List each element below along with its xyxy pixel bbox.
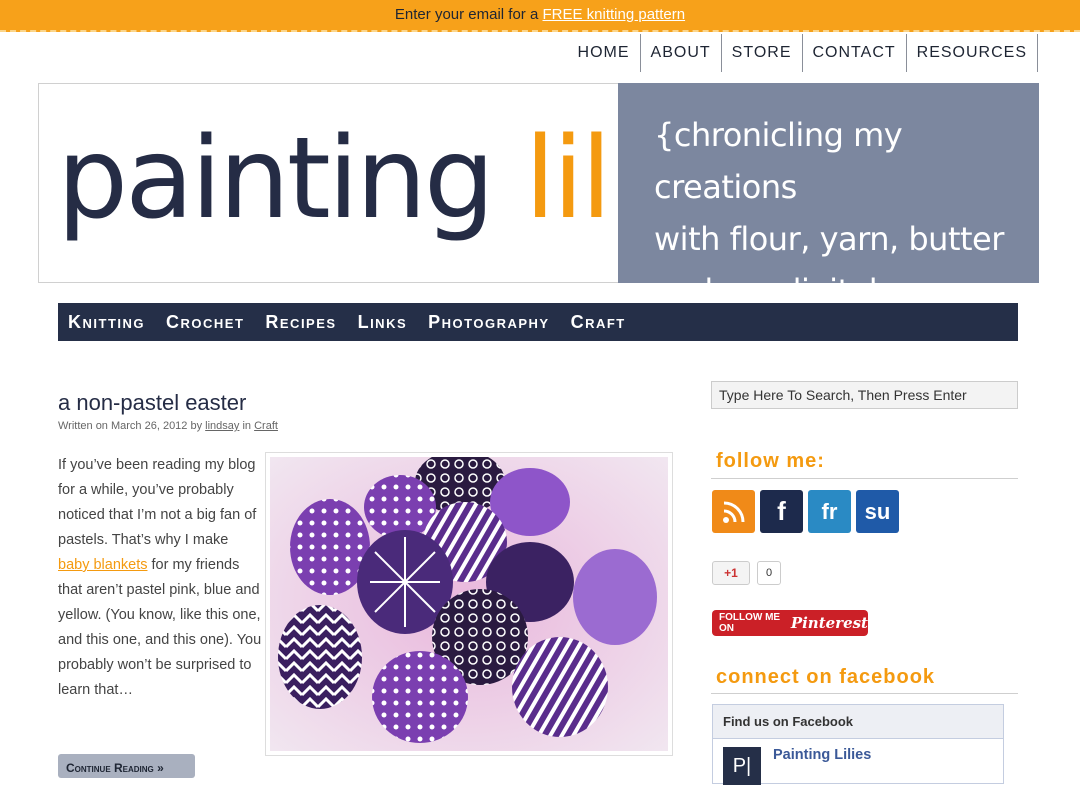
pinterest-prefix: FOLLOW ME ON <box>719 612 781 634</box>
continue-reading-button[interactable]: Continue Reading » <box>58 754 195 778</box>
site-tagline: {chronicling my creations with flour, ya… <box>618 83 1039 362</box>
post-meta: Written on March 26, 2012 by lindsay in … <box>58 420 278 432</box>
nav-resources[interactable]: RESOURCES <box>907 34 1038 72</box>
fb-page-avatar: P| <box>723 747 761 785</box>
nav-home[interactable]: HOME <box>568 34 641 72</box>
post-excerpt: If you’ve been reading my blog for a whi… <box>58 453 263 703</box>
eggs-illustration <box>270 450 668 751</box>
category-photography[interactable]: Photography <box>428 312 549 333</box>
category-recipes[interactable]: Recipes <box>265 312 336 333</box>
tagline-line: with flour, yarn, butter <box>654 220 1004 258</box>
email-signup-banner: Enter your email for a FREE knitting pat… <box>0 0 1080 32</box>
google-plus-count: 0 <box>757 561 781 585</box>
facebook-icon[interactable]: f <box>760 490 803 533</box>
facebook-widget-title: connect on facebook <box>716 666 936 688</box>
pinterest-logo: Pinterest <box>790 614 868 632</box>
excerpt-text-after: for my friends that aren’t pastel pink, … <box>58 557 262 698</box>
google-plus-button[interactable]: +1 <box>712 561 750 585</box>
nav-contact[interactable]: CONTACT <box>803 34 907 72</box>
top-nav: HOME ABOUT STORE CONTACT RESOURCES <box>568 34 1038 72</box>
pinterest-follow-button[interactable]: FOLLOW ME ON Pinterest <box>712 610 868 636</box>
fb-page-entry[interactable]: P| Painting Lilies <box>723 747 871 785</box>
fb-box-header: Find us on Facebook <box>713 705 1003 739</box>
author-link[interactable]: lindsay <box>205 420 239 432</box>
google-plus-widget: +1 0 <box>712 561 781 585</box>
site-header: painting lilies {chronicling my creation… <box>38 83 1039 362</box>
category-knitting[interactable]: Knitting <box>68 312 145 333</box>
social-icons: f fr su <box>712 490 899 533</box>
easter-eggs-photo[interactable] <box>265 450 673 756</box>
follow-title: follow me: <box>716 450 825 472</box>
nav-store[interactable]: STORE <box>722 34 803 72</box>
category-nav: Knitting Crochet Recipes Links Photograp… <box>58 303 1018 341</box>
post-date: Written on March 26, 2012 by <box>58 420 203 432</box>
friendfeed-icon[interactable]: fr <box>808 490 851 533</box>
facebook-like-box: Find us on Facebook P| Painting Lilies <box>712 704 1004 785</box>
category-links[interactable]: Links <box>358 312 408 333</box>
category-crochet[interactable]: Crochet <box>166 312 244 333</box>
tagline-line: {chronicling my creations <box>654 116 903 206</box>
stumbleupon-icon[interactable]: su <box>856 490 899 533</box>
post-title[interactable]: a non-pastel easter <box>58 390 246 416</box>
divider <box>711 478 1018 479</box>
nav-about[interactable]: ABOUT <box>641 34 722 72</box>
banner-text: Enter your email for a <box>394 6 539 23</box>
category-link[interactable]: Craft <box>254 420 278 432</box>
excerpt-text-before: If you’ve been reading my blog for a whi… <box>58 457 257 548</box>
rss-icon[interactable] <box>712 490 755 533</box>
free-pattern-link[interactable]: FREE knitting pattern <box>543 6 686 23</box>
meta-in: in <box>242 420 252 432</box>
divider <box>711 693 1018 694</box>
logo-word-painting: painting <box>57 114 495 244</box>
category-craft[interactable]: Craft <box>571 312 626 333</box>
baby-blankets-link[interactable]: baby blankets <box>58 557 147 573</box>
fb-page-name[interactable]: Painting Lilies <box>773 747 871 785</box>
search-input[interactable] <box>711 381 1018 409</box>
